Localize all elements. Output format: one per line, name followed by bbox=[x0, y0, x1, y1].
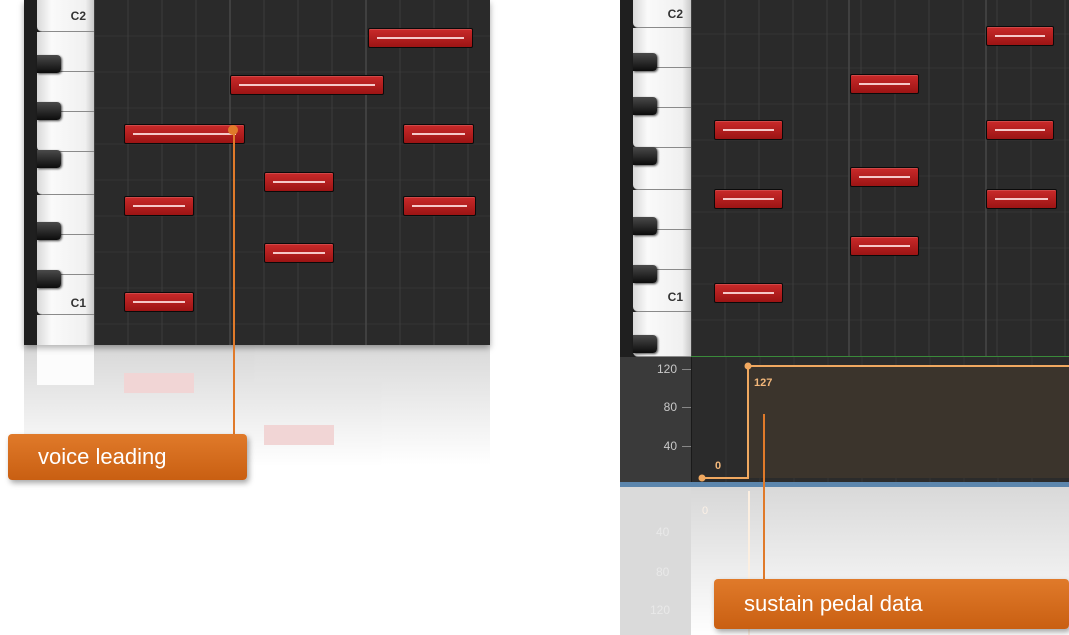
black-key[interactable] bbox=[37, 150, 61, 168]
midi-note[interactable] bbox=[403, 124, 474, 144]
white-key[interactable] bbox=[37, 315, 94, 345]
key-label-c1: C1 bbox=[70, 296, 86, 310]
black-key[interactable] bbox=[633, 335, 657, 353]
cc-axis-label-80: 80 bbox=[663, 400, 677, 414]
midi-note[interactable] bbox=[986, 120, 1054, 140]
midi-note[interactable] bbox=[264, 243, 334, 263]
black-key[interactable] bbox=[37, 102, 61, 120]
black-key[interactable] bbox=[37, 222, 61, 240]
callout-voice-leading: voice leading bbox=[8, 434, 247, 480]
white-key[interactable] bbox=[37, 235, 94, 275]
cc-axis-tick bbox=[682, 407, 691, 408]
reflection-label-80: 80 bbox=[656, 565, 670, 579]
midi-note[interactable] bbox=[264, 172, 334, 192]
black-key[interactable] bbox=[633, 97, 657, 115]
black-key[interactable] bbox=[37, 270, 61, 288]
reflection-label-40: 40 bbox=[656, 525, 670, 539]
key-label-c1: C1 bbox=[667, 290, 683, 304]
midi-note[interactable] bbox=[850, 167, 919, 187]
white-key-c2[interactable]: C2 bbox=[37, 0, 94, 32]
key-label-c2: C2 bbox=[70, 9, 86, 23]
midi-note[interactable] bbox=[403, 196, 476, 216]
midi-note[interactable] bbox=[986, 189, 1057, 209]
midi-note[interactable] bbox=[124, 124, 245, 144]
cc-axis-tick bbox=[682, 446, 691, 447]
callout-anchor-dot bbox=[228, 125, 238, 135]
midi-note[interactable] bbox=[124, 292, 194, 312]
reflection-value-0: 0 bbox=[702, 505, 709, 517]
callout-leader-line bbox=[763, 414, 765, 580]
cc-point-peak bbox=[744, 362, 752, 370]
midi-note[interactable] bbox=[714, 283, 783, 303]
midi-note[interactable] bbox=[124, 196, 194, 216]
cc-value-start: 0 bbox=[715, 460, 722, 472]
midi-note[interactable] bbox=[714, 120, 783, 140]
cc-axis-label-120: 120 bbox=[656, 362, 677, 376]
reflection-note bbox=[264, 425, 334, 445]
callout-leader-line bbox=[233, 130, 235, 435]
white-key-c2[interactable]: C2 bbox=[633, 0, 691, 28]
midi-note[interactable] bbox=[850, 74, 919, 94]
cc-value-axis: 120 80 40 bbox=[620, 357, 692, 482]
midi-note[interactable] bbox=[986, 26, 1054, 46]
black-key[interactable] bbox=[633, 265, 657, 283]
black-key[interactable] bbox=[37, 55, 61, 73]
key-label-c2: C2 bbox=[667, 7, 683, 21]
white-key[interactable] bbox=[633, 230, 691, 270]
right-piano-keyboard: C2 C1 bbox=[620, 0, 691, 357]
left-piano-roll: C2 C1 bbox=[24, 0, 490, 345]
cc-point-start bbox=[698, 474, 706, 482]
cc-graph[interactable] bbox=[692, 357, 1069, 482]
left-piano-keyboard: C2 C1 bbox=[24, 0, 94, 345]
midi-note[interactable] bbox=[230, 75, 384, 95]
reflection-label-120: 120 bbox=[650, 603, 671, 617]
midi-note[interactable] bbox=[714, 189, 783, 209]
right-piano-roll: C2 C1 120 80 40 0 127 bbox=[620, 0, 1069, 487]
midi-note[interactable] bbox=[368, 28, 473, 48]
cc-axis-label-40: 40 bbox=[663, 439, 677, 453]
reflection-note bbox=[124, 373, 194, 393]
controller-lane[interactable]: 120 80 40 0 127 bbox=[620, 357, 1069, 487]
black-key[interactable] bbox=[633, 53, 657, 71]
cc-axis-tick bbox=[682, 369, 691, 370]
callout-sustain-pedal-data: sustain pedal data bbox=[714, 579, 1069, 629]
cc-fill-area bbox=[748, 366, 1069, 478]
black-key[interactable] bbox=[633, 217, 657, 235]
black-key[interactable] bbox=[633, 147, 657, 165]
cc-value-peak: 127 bbox=[754, 377, 773, 389]
reflection-key bbox=[37, 345, 94, 385]
midi-note[interactable] bbox=[850, 236, 919, 256]
